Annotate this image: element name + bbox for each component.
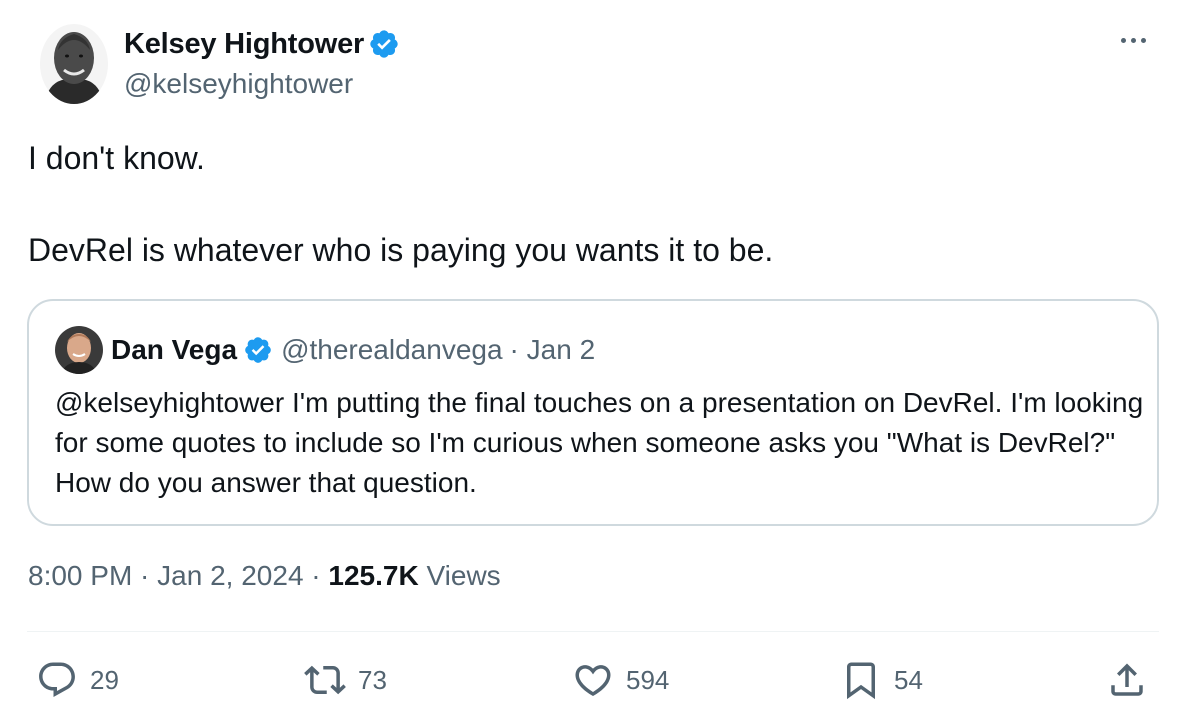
bookmark-count: 54 (894, 664, 923, 695)
separator: · (132, 560, 158, 591)
quoted-tweet[interactable]: Dan Vega @therealdanvega · Jan 2 @kelsey… (27, 299, 1159, 526)
quoted-tweet-text: @kelseyhightower I'm putting the final t… (55, 387, 1144, 498)
reply-count: 29 (90, 664, 119, 695)
reply-button[interactable]: 29 (36, 654, 119, 706)
author-name[interactable]: Kelsey Hightower (124, 28, 364, 61)
quoted-tweet-date: · Jan 2 (509, 334, 596, 365)
tweet-text-line: I don't know. (28, 140, 205, 176)
bookmark-button[interactable]: 54 (840, 654, 923, 706)
author-avatar[interactable] (40, 24, 108, 104)
share-button[interactable] (1106, 654, 1148, 706)
quoted-author-handle: @therealdanvega (281, 334, 503, 365)
separator: · (303, 560, 329, 591)
author-handle[interactable]: @kelseyhightower (124, 68, 353, 100)
author-name-row: Kelsey Hightower (124, 24, 400, 64)
reply-icon (39, 662, 75, 697)
views-count: 125.7K (328, 560, 419, 591)
tweet-date[interactable]: Jan 2, 2024 (157, 560, 303, 591)
tweet-header: Kelsey Hightower @kelseyhightower (40, 22, 1150, 106)
share-icon (1111, 663, 1143, 696)
verified-badge-icon (245, 337, 271, 363)
tweet-timestamp-row: 8:00 PM · Jan 2, 2024 · 125.7K Views (28, 560, 501, 592)
action-bar: 29 73 594 54 (0, 654, 1178, 706)
divider (27, 631, 1159, 632)
repost-icon (304, 665, 346, 695)
more-icon[interactable] (1113, 28, 1153, 52)
views-label: Views (418, 560, 501, 591)
repost-count: 73 (358, 664, 387, 695)
repost-button[interactable]: 73 (304, 654, 387, 706)
quoted-author-avatar (55, 326, 103, 374)
quoted-author-name: Dan Vega (111, 334, 238, 365)
verified-badge-icon (370, 30, 398, 58)
bookmark-icon (847, 662, 875, 700)
heart-icon (575, 665, 611, 697)
like-button[interactable]: 594 (572, 654, 669, 706)
tweet-time[interactable]: 8:00 PM (28, 560, 132, 591)
tweet-text: I don't know. DevRel is whatever who is … (28, 136, 773, 272)
quoted-tweet-header: Dan Vega @therealdanvega · Jan 2 (55, 325, 595, 375)
like-count: 594 (626, 664, 670, 695)
tweet-text-line: DevRel is whatever who is paying you wan… (28, 232, 774, 268)
